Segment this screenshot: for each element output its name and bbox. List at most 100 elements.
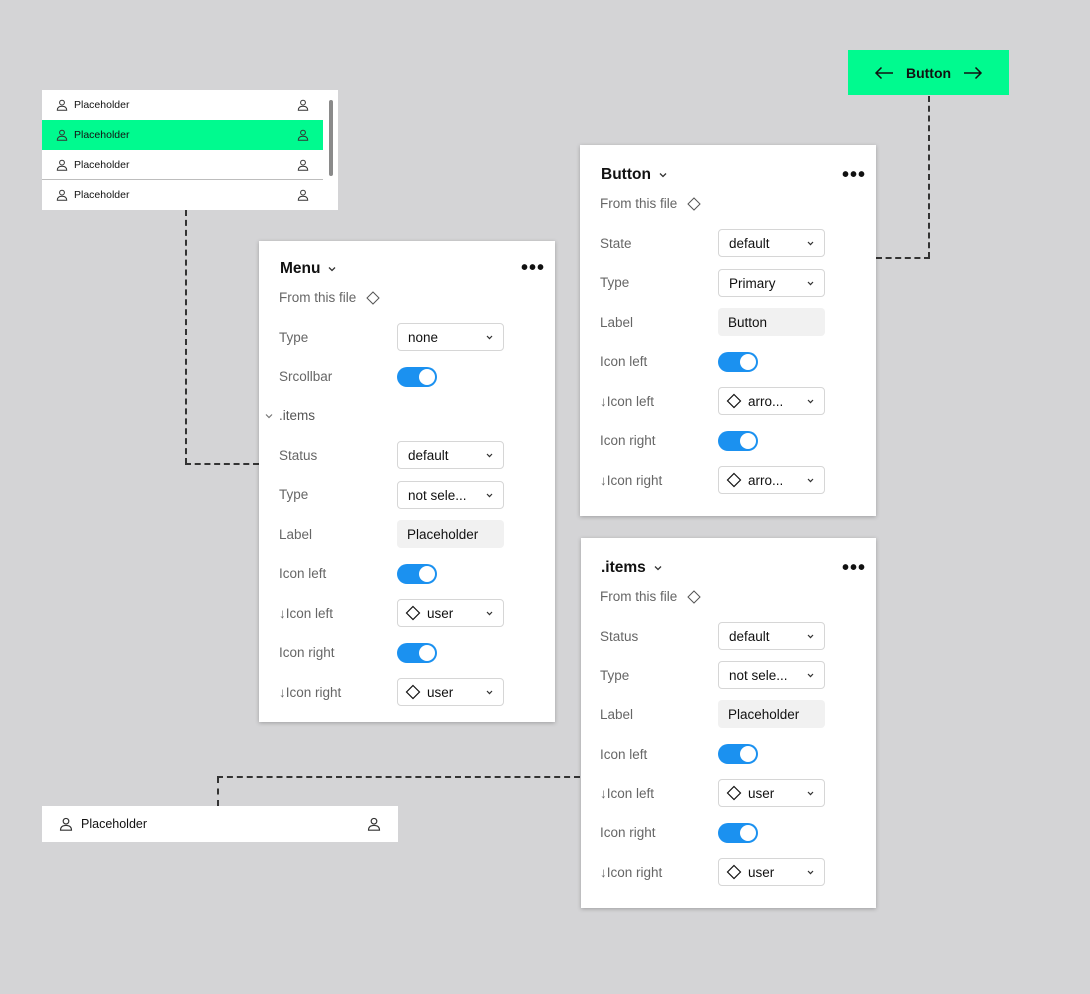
- list-item-selected[interactable]: Placeholder: [42, 120, 323, 150]
- button-label: Button: [905, 64, 952, 81]
- chevron-down-icon: [329, 267, 336, 272]
- list-item-label: Placeholder: [74, 99, 130, 111]
- label-label: Label: [600, 707, 634, 722]
- items-group-label[interactable]: .items: [279, 408, 315, 424]
- chevron-down-icon: [807, 673, 814, 677]
- status-label: Status: [600, 629, 639, 644]
- toggle-knob: [740, 825, 756, 841]
- component-diamond-icon: [405, 605, 421, 621]
- swap-icon-right-label: ↓Icon right: [600, 865, 663, 880]
- swap-icon-right-select[interactable]: user: [718, 858, 825, 886]
- connector-item-vertical: [217, 777, 219, 806]
- item-preview[interactable]: Placeholder: [42, 806, 398, 842]
- status-select[interactable]: default: [397, 441, 504, 469]
- chevron-down-icon: [807, 634, 814, 638]
- icon-left-label: Icon left: [279, 566, 327, 581]
- more-options-icon[interactable]: •••: [842, 563, 866, 575]
- state-select-value: default: [729, 235, 770, 251]
- type-select[interactable]: Primary: [718, 269, 825, 297]
- button-properties-panel: Button ••• From this file State default …: [580, 145, 876, 516]
- list-item[interactable]: Placeholder: [42, 150, 323, 180]
- type-label: Type: [279, 330, 309, 345]
- toggle-knob: [740, 354, 756, 370]
- icon-left-label: Icon left: [600, 354, 648, 369]
- toggle-knob: [419, 566, 435, 582]
- swap-icon-right-label: ↓Icon right: [279, 685, 342, 700]
- icon-right-toggle[interactable]: [718, 823, 758, 843]
- swap-icon-left-value: user: [748, 785, 775, 801]
- type-select-value: none: [408, 329, 439, 345]
- list-item-label: Placeholder: [74, 129, 130, 141]
- menu-properties-panel: Menu ••• From this file Type none Srcoll…: [259, 241, 555, 722]
- arrow-right-icon: [964, 66, 983, 79]
- toggle-knob: [419, 369, 435, 385]
- label-input[interactable]: Placeholder: [397, 520, 504, 548]
- chevron-down-icon: [807, 870, 814, 874]
- more-options-icon[interactable]: •••: [842, 170, 866, 182]
- icon-right-toggle[interactable]: [718, 431, 758, 451]
- panel-title[interactable]: Button: [601, 166, 667, 184]
- connector-menu-vertical: [185, 210, 187, 464]
- source-label: From this file: [600, 589, 678, 604]
- swap-icon-left-select[interactable]: user: [397, 599, 504, 627]
- icon-left-label: Icon left: [600, 747, 648, 762]
- item-type-select-value: not sele...: [408, 487, 467, 503]
- label-label: Label: [600, 315, 634, 330]
- label-input[interactable]: Button: [718, 308, 825, 336]
- swap-icon-left-label: ↓Icon left: [600, 786, 655, 801]
- component-source: From this file: [600, 196, 701, 211]
- chevron-down-icon[interactable]: [265, 413, 273, 419]
- user-icon: [56, 159, 68, 171]
- more-options-icon[interactable]: •••: [521, 263, 545, 275]
- toggle-knob: [419, 645, 435, 661]
- label-input[interactable]: Placeholder: [718, 700, 825, 728]
- swap-icon-right-select[interactable]: user: [397, 678, 504, 706]
- menu-preview: Placeholder Placeholder Placeholder Plac…: [42, 90, 338, 210]
- swap-icon-left-select[interactable]: user: [718, 779, 825, 807]
- type-select-value: not sele...: [729, 667, 788, 683]
- status-label: Status: [279, 448, 318, 463]
- type-select[interactable]: none: [397, 323, 504, 351]
- icon-left-toggle[interactable]: [718, 744, 758, 764]
- source-label: From this file: [600, 196, 678, 211]
- scrollbar-toggle[interactable]: [397, 367, 437, 387]
- component-diamond-icon: [726, 864, 742, 880]
- connector-menu-horizontal: [185, 463, 259, 465]
- scrollbar-label: Srcollbar: [279, 369, 333, 384]
- swap-icon-right-label: ↓Icon right: [600, 473, 663, 488]
- user-icon: [297, 99, 309, 111]
- user-icon: [297, 159, 309, 171]
- state-label: State: [600, 236, 632, 251]
- button-preview[interactable]: Button: [848, 50, 1009, 95]
- panel-title-text: .items: [601, 559, 646, 576]
- list-item-label: Placeholder: [74, 159, 130, 171]
- panel-title-text: Menu: [280, 260, 321, 277]
- swap-icon-right-select[interactable]: arro...: [718, 466, 825, 494]
- icon-left-toggle[interactable]: [397, 564, 437, 584]
- icon-right-toggle[interactable]: [397, 643, 437, 663]
- user-icon: [56, 189, 68, 201]
- list-item-label: Placeholder: [74, 189, 130, 201]
- panel-title-text: Button: [601, 166, 651, 183]
- toggle-knob: [740, 746, 756, 762]
- type-select-value: Primary: [729, 275, 776, 291]
- list-item[interactable]: Placeholder: [42, 180, 323, 210]
- list-item[interactable]: Placeholder: [42, 90, 323, 120]
- type-select[interactable]: not sele...: [718, 661, 825, 689]
- chevron-down-icon: [807, 478, 814, 482]
- component-source: From this file: [600, 589, 701, 604]
- component-diamond-icon: [726, 785, 742, 801]
- state-select[interactable]: default: [718, 229, 825, 257]
- component-source: From this file: [279, 290, 380, 305]
- swap-icon-left-value: arro...: [748, 393, 784, 409]
- panel-title[interactable]: Menu: [280, 260, 336, 278]
- label-input-value: Button: [728, 314, 768, 330]
- swap-icon-left-select[interactable]: arro...: [718, 387, 825, 415]
- item-type-select[interactable]: not sele...: [397, 481, 504, 509]
- icon-left-toggle[interactable]: [718, 352, 758, 372]
- scrollbar-thumb[interactable]: [329, 100, 333, 176]
- swap-icon-left-value: user: [427, 605, 454, 621]
- panel-title[interactable]: .items: [601, 559, 662, 577]
- status-select[interactable]: default: [718, 622, 825, 650]
- chevron-down-icon: [807, 791, 814, 795]
